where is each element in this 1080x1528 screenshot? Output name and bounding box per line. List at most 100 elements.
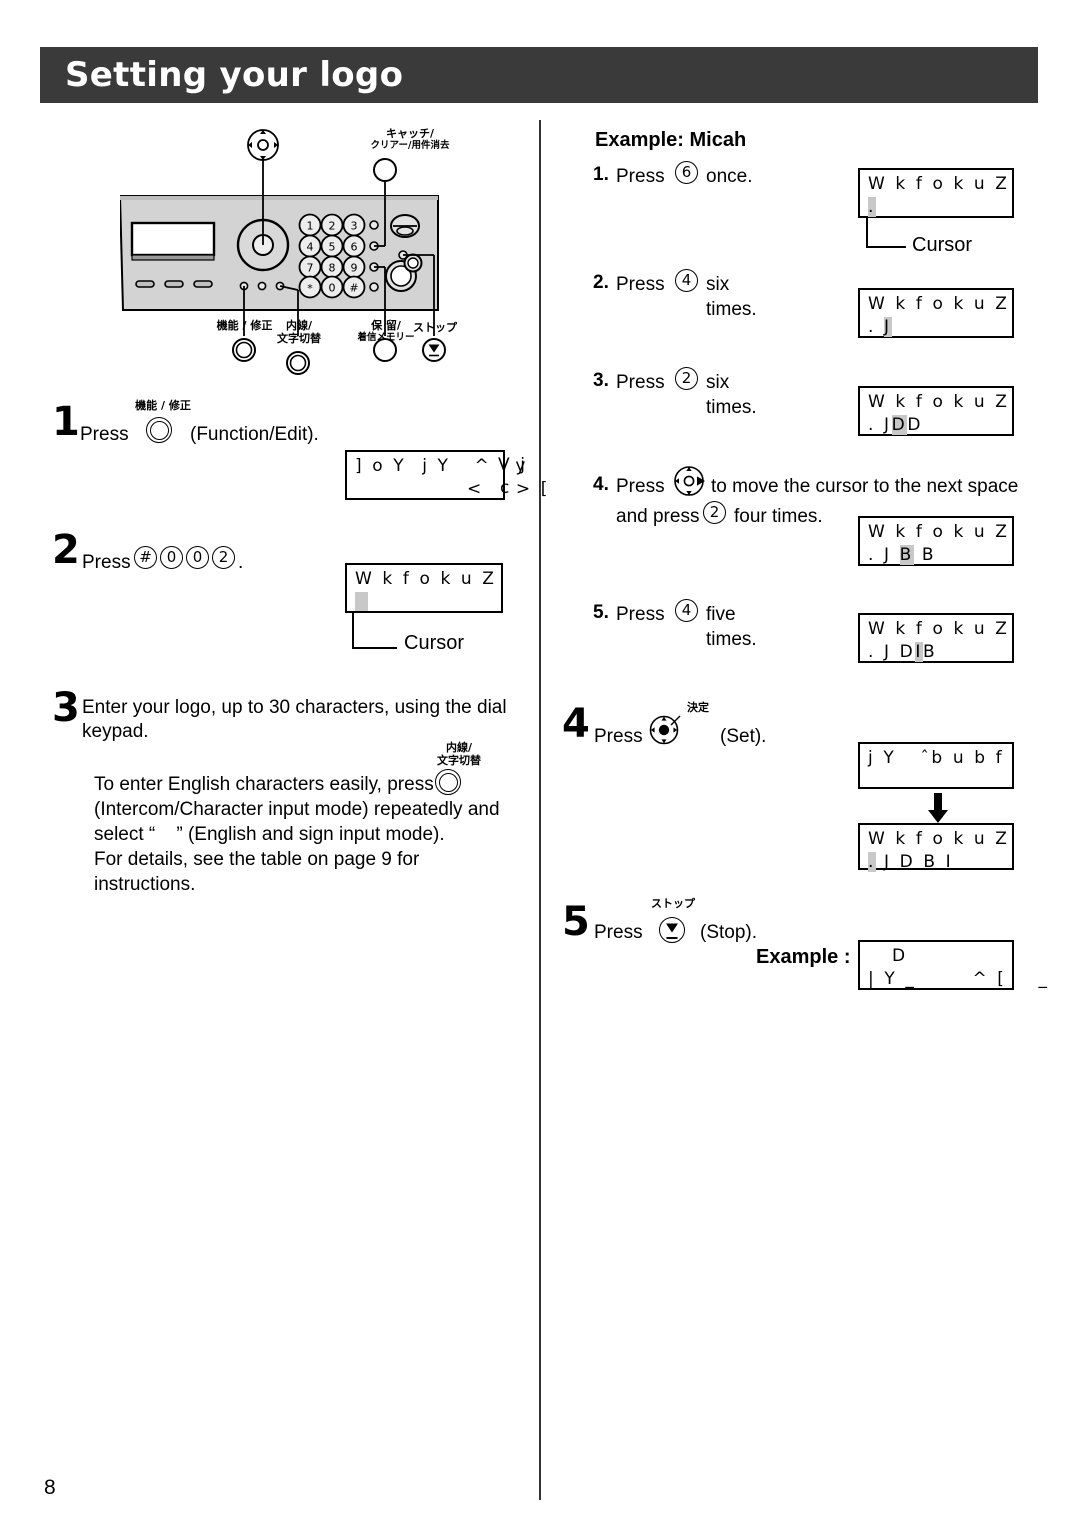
lcd-line-2: . J DIB	[868, 642, 1012, 665]
manual-page: Setting your logo 1 2 3 4 5 6 7 8 9 * 0 …	[0, 0, 1080, 1528]
step-4-jp-label: 決定	[687, 701, 709, 714]
cursor-highlight: B	[899, 545, 914, 565]
substep-4-press-label: Press	[616, 476, 665, 497]
lcd-line-2-post: B	[922, 642, 938, 662]
substep-4-line2-pre: and press	[616, 506, 700, 527]
step-3-body-2: (Intercom/Character input mode) repeated…	[94, 799, 500, 820]
lcd-line-2-pre: . J D	[868, 642, 916, 662]
device-illustration: 1 2 3 4 5 6 7 8 9 * 0 # キャッチ/ クリアー/用件消去 …	[118, 127, 540, 383]
substep-4: 4. Press to move the cursor to the next …	[593, 466, 1023, 527]
svg-text:*: *	[307, 282, 313, 295]
step-1-press-label: Press	[80, 424, 129, 445]
label-stop: ストップ	[413, 321, 457, 334]
key-four-icon: 4	[675, 269, 698, 292]
step-4-after-label: (Set).	[720, 726, 767, 747]
example-heading: Example: Micah	[595, 129, 747, 151]
step-3-body-4: For details, see the table on page 9 for…	[94, 849, 420, 896]
cursor-highlight: D	[891, 415, 908, 435]
step-1: 1 Press 機能 / 修正 (Function/Edit).	[52, 399, 319, 445]
step-5-jp-label: ストップ	[651, 897, 695, 910]
step-3-body-3: select “ ” (English and sign input mode)…	[94, 822, 445, 847]
step-2-period: .	[238, 552, 244, 573]
substep-1-lcd: W k f o k u Z .	[858, 168, 1014, 218]
cursor-highlight: I	[915, 642, 923, 662]
lcd-line-2: < > [	[355, 479, 550, 499]
lcd-line-1: W k f o k u Z	[868, 619, 1010, 639]
substep-1-cursor-label: Cursor	[912, 234, 973, 256]
substep-4-line2-post: four times.	[734, 506, 823, 527]
key-two-icon: 2	[703, 501, 726, 524]
substep-4-number: 4.	[593, 474, 609, 495]
substep-3-lcd: W k f o k u Z . JDD	[858, 386, 1014, 436]
key-zero-a-icon: 0	[160, 546, 183, 569]
lcd-line-1: W k f o k u Z	[355, 569, 497, 589]
step-4-lcd-before: j Y ˆb u b f	[858, 742, 1014, 789]
svg-text:5: 5	[329, 241, 336, 254]
label-intercom: 内線/ 文字切替	[277, 319, 321, 345]
substep-5-after-label: five times.	[706, 604, 757, 651]
cursor-block	[355, 592, 368, 611]
step-2-press-label: Press	[82, 552, 131, 573]
key-two-icon: 2	[675, 367, 698, 390]
step-3-line-2: keypad.	[82, 721, 149, 742]
step-3-number: 3	[52, 685, 80, 731]
step-1-lcd-overflow-1: V j	[498, 455, 528, 475]
cursor-highlight: .	[868, 197, 877, 217]
substep-2-lcd: W k f o k u Z . J	[858, 288, 1014, 338]
example-label: Example :	[756, 946, 851, 968]
step-1-jp-label: 機能 / 修正	[135, 399, 191, 412]
lcd-line-2-post: B	[913, 545, 937, 565]
svg-text:3: 3	[351, 220, 358, 233]
step-1-lcd-overflow-2: c	[500, 478, 512, 498]
navigator-glyph	[247, 129, 279, 161]
lcd-line-1: j Y ˆb u b f	[868, 748, 1005, 768]
lcd-line-2: . J	[868, 317, 1012, 340]
key-two-icon: 2	[212, 546, 235, 569]
lcd-line-1: W k f o k u Z	[868, 522, 1010, 542]
step-3-jp-label: 内線/ 文字切替	[437, 741, 481, 767]
page-title: Setting your logo	[65, 55, 404, 95]
key-zero-b-icon: 0	[186, 546, 209, 569]
substep-3-number: 3.	[593, 370, 609, 391]
substep-1-number: 1.	[593, 164, 609, 185]
substep-4-after-label: to move the cursor to the next space	[711, 476, 1019, 497]
step-3-body-1: To enter English characters easily, pres…	[94, 774, 434, 795]
step-3: 3 Enter your logo, up to 30 characters, …	[52, 688, 522, 895]
function-edit-button-icon	[146, 417, 172, 443]
step-4-press-label: Press	[594, 726, 643, 747]
substep-1-press-label: Press	[616, 166, 665, 187]
lcd-line-1: W k f o k u Z	[868, 294, 1010, 314]
substep-3-after-label: six times.	[706, 372, 757, 419]
step-5-after-label: (Stop).	[700, 922, 758, 943]
step-3-line-1: Enter your logo, up to 30 characters, us…	[82, 697, 507, 718]
step-1-number: 1	[52, 399, 80, 445]
svg-text:0: 0	[329, 282, 336, 295]
step-3-body-3-pre: select “	[94, 824, 156, 845]
substep-2-press-label: Press	[616, 274, 665, 295]
step-4-number: 4	[562, 701, 590, 747]
substep-1-after-label: once.	[706, 166, 753, 187]
step-1-lcd: ] o Y j Y ^ y < > [	[345, 450, 550, 500]
step-5: 5 Press ストップ (Stop).	[562, 896, 757, 943]
cursor-highlight: J	[884, 317, 892, 337]
intercom-button-icon	[435, 769, 461, 795]
cursor-highlight: .	[868, 852, 877, 872]
lcd-line-2-pre: . J	[868, 415, 892, 435]
lcd-line-1: W k f o k u Z	[868, 392, 1010, 412]
step-3-body-3-post: ” (English and sign input mode).	[176, 824, 445, 845]
step-5-lcd: D | Y _ ^ [ _	[858, 940, 1047, 990]
key-six-icon: 6	[675, 161, 698, 184]
lcd-line-2-post: J D B I	[876, 852, 954, 872]
lcd-line-1: ] o Y j Y ^ y	[355, 456, 529, 476]
step-1-after-label: (Function/Edit).	[190, 424, 319, 445]
substep-2-number: 2.	[593, 272, 609, 293]
lcd-line-2	[868, 771, 1012, 794]
step-3-body-3-gap	[155, 824, 176, 845]
key-four-icon: 4	[675, 599, 698, 622]
svg-text:#: #	[349, 282, 358, 295]
page-title-bar: Setting your logo	[40, 47, 1038, 103]
lcd-line-2: . J D B I	[868, 852, 1012, 875]
lcd-line-1: W k f o k u Z	[868, 174, 1010, 194]
substep-5-press-label: Press	[616, 604, 665, 625]
lcd-line-2: . J B B	[868, 545, 1012, 568]
